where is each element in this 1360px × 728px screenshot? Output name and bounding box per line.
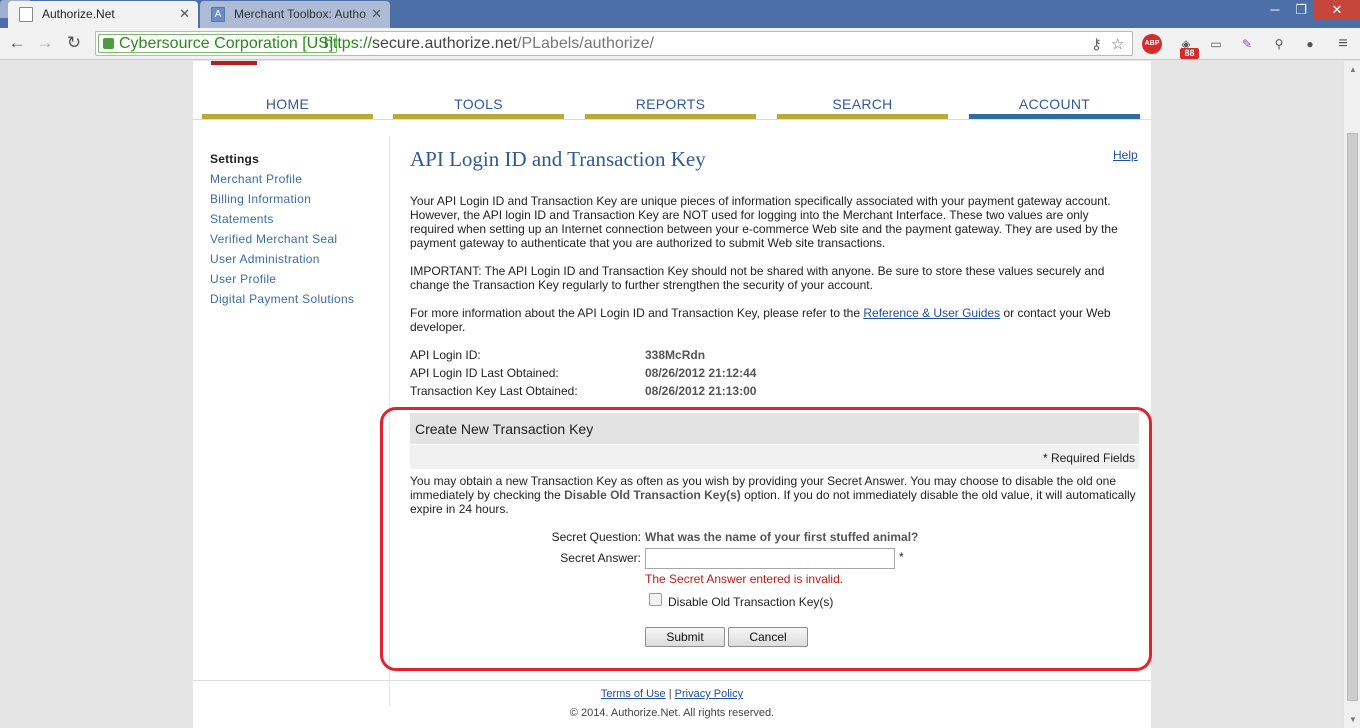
error-message: The Secret Answer entered is invalid.	[645, 572, 844, 586]
privacy-policy-link[interactable]: Privacy Policy	[675, 688, 743, 700]
tab-title: Merchant Toolbox: Autho	[234, 7, 366, 21]
reference-user-guides-link[interactable]: Reference & User Guides	[863, 306, 1000, 320]
api-login-id-label: API Login ID:	[410, 348, 481, 362]
feather-icon[interactable]: ✎	[1237, 34, 1257, 54]
sidebar-heading: Settings	[210, 152, 259, 166]
panel-header: Create New Transaction Key	[410, 413, 1139, 444]
important-paragraph: IMPORTANT: The API Login ID and Transact…	[410, 264, 1105, 292]
sidebar-item-statements[interactable]: Statements	[210, 212, 274, 226]
close-tab-icon[interactable]: ✕	[179, 6, 190, 22]
content-divider	[389, 136, 390, 706]
window-close-icon[interactable]: ✕	[1314, 0, 1360, 20]
tab-strip: Authorize.Net ✕ A Merchant Toolbox: Auth…	[0, 0, 1360, 28]
secret-question-value: What was the name of your first stuffed …	[645, 530, 919, 544]
nav-account[interactable]: ACCOUNT	[969, 96, 1140, 112]
menu-icon[interactable]: ≡	[1333, 34, 1353, 54]
nav-divider	[193, 119, 1151, 120]
lock-icon	[103, 38, 114, 49]
terms-of-use-link[interactable]: Terms of Use	[601, 688, 666, 700]
sidebar-item-billing-information[interactable]: Billing Information	[210, 192, 311, 206]
scroll-thumb[interactable]	[1347, 133, 1358, 701]
scroll-up-icon[interactable]: ▲	[1349, 65, 1357, 74]
browser-toolbar: ← → ↻ Cybersource Corporation [US] https…	[0, 28, 1360, 60]
logo-mark	[211, 61, 257, 65]
panel-description: You may obtain a new Transaction Key as …	[410, 474, 1136, 516]
sidebar-item-digital-payment-solutions[interactable]: Digital Payment Solutions	[210, 292, 354, 306]
page-title: API Login ID and Transaction Key	[410, 147, 706, 171]
maximize-icon[interactable]: ❐	[1288, 0, 1314, 20]
transaction-key-obtained-label: Transaction Key Last Obtained:	[410, 384, 578, 398]
secret-question-label: Secret Question:	[551, 530, 641, 544]
address-bar[interactable]: Cybersource Corporation [US] https://sec…	[95, 31, 1133, 56]
tab-title: Authorize.Net	[42, 7, 115, 21]
url-text[interactable]: https://secure.authorize.net/PLabels/aut…	[324, 34, 654, 53]
scrollbar[interactable]: ▲ ▼	[1343, 61, 1360, 728]
submit-button[interactable]: Submit	[645, 627, 725, 647]
scroll-down-icon[interactable]: ▼	[1349, 715, 1357, 724]
cancel-button[interactable]: Cancel	[728, 627, 808, 647]
required-fields-note: * Required Fields	[410, 445, 1139, 469]
login-id-obtained-value: 08/26/2012 21:12:44	[645, 366, 757, 380]
chat-icon[interactable]: ●	[1300, 34, 1320, 54]
back-icon[interactable]: ←	[6, 32, 28, 54]
extension-badge: 88	[1180, 48, 1199, 59]
page-viewport: HOME TOOLS REPORTS SEARCH ACCOUNT Settin…	[0, 61, 1343, 728]
login-id-obtained-label: API Login ID Last Obtained:	[410, 366, 559, 380]
eyedropper-icon[interactable]: ⚲	[1269, 34, 1289, 54]
tab-merchant-toolbox[interactable]: A Merchant Toolbox: Autho ✕	[200, 1, 390, 28]
secret-answer-label: Secret Answer:	[560, 551, 641, 565]
key-icon[interactable]: ⚷	[1091, 35, 1102, 53]
page-content: HOME TOOLS REPORTS SEARCH ACCOUNT Settin…	[193, 61, 1152, 728]
intro-paragraph: Your API Login ID and Transaction Key ar…	[410, 194, 1118, 250]
site-logo[interactable]	[211, 61, 257, 65]
transaction-key-obtained-value: 08/26/2012 21:13:00	[645, 384, 757, 398]
close-tab-icon[interactable]: ✕	[371, 6, 382, 22]
help-link[interactable]: Help	[1113, 148, 1138, 162]
cast-icon[interactable]: ▭	[1206, 34, 1226, 54]
disable-old-key-label[interactable]: Disable Old Transaction Key(s)	[668, 595, 833, 609]
secret-answer-input[interactable]	[645, 548, 895, 569]
minimize-icon[interactable]: ─	[1262, 0, 1288, 20]
sidebar-item-merchant-profile[interactable]: Merchant Profile	[210, 172, 302, 186]
sidebar-item-user-administration[interactable]: User Administration	[210, 252, 320, 266]
ev-certificate-badge[interactable]: Cybersource Corporation [US]	[98, 34, 338, 53]
copyright: © 2014. Authorize.Net. All rights reserv…	[569, 707, 775, 719]
more-info-paragraph: For more information about the API Login…	[410, 306, 1111, 334]
nav-reports[interactable]: REPORTS	[585, 96, 756, 112]
forward-icon[interactable]: →	[34, 32, 56, 54]
reload-icon[interactable]: ↻	[63, 32, 85, 54]
sidebar-item-user-profile[interactable]: User Profile	[210, 272, 276, 286]
nav-home[interactable]: HOME	[202, 96, 373, 112]
star-icon[interactable]: ☆	[1111, 35, 1124, 53]
required-marker: *	[899, 550, 904, 564]
footer-divider	[193, 680, 1151, 681]
nav-search[interactable]: SEARCH	[777, 96, 948, 112]
page-icon	[19, 7, 33, 22]
disable-old-key-checkbox[interactable]	[649, 593, 662, 606]
tab-authorize-net[interactable]: Authorize.Net ✕	[8, 1, 198, 28]
sidebar-item-verified-merchant-seal[interactable]: Verified Merchant Seal	[210, 232, 337, 246]
adblock-icon[interactable]: ABP	[1142, 34, 1162, 54]
authorize-favicon-icon: A	[211, 7, 225, 22]
api-login-id-value: 338McRdn	[645, 348, 706, 362]
footer-links: Terms of Use | Privacy Policy	[600, 688, 744, 700]
nav-tools[interactable]: TOOLS	[393, 96, 564, 112]
